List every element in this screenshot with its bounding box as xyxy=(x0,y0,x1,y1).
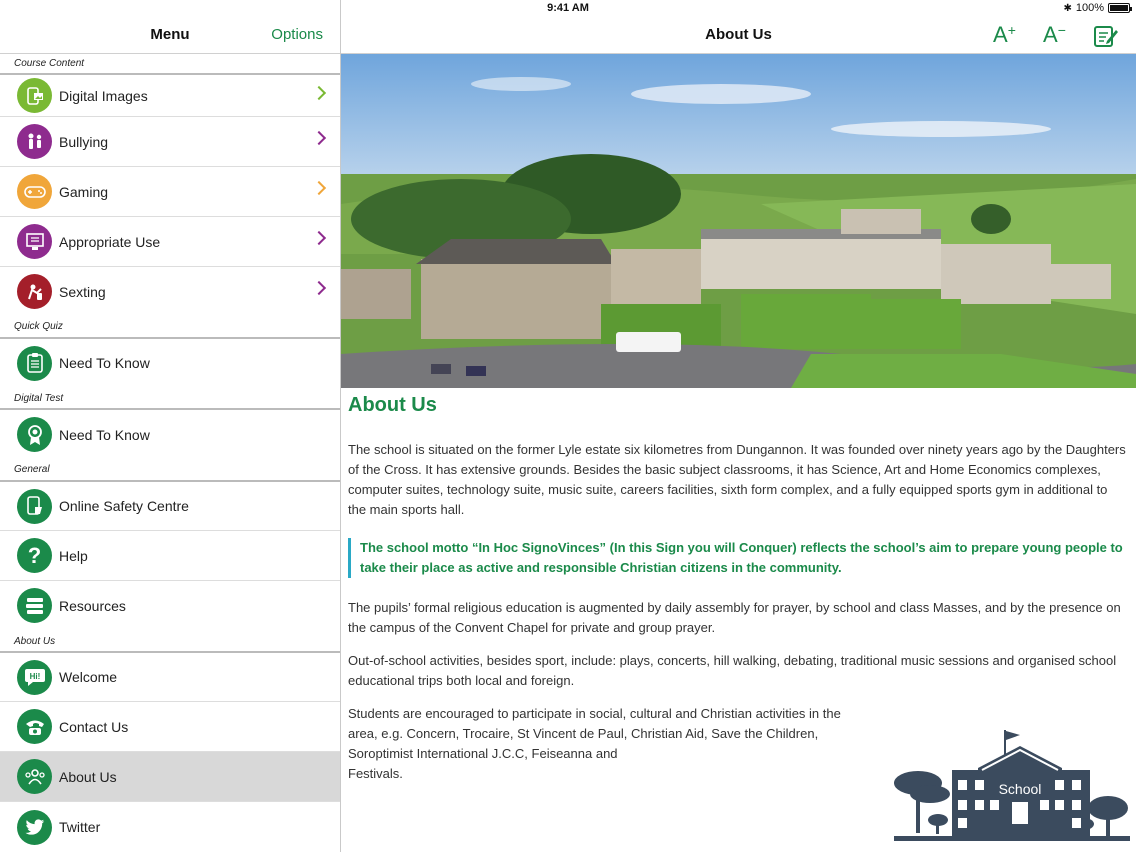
books-icon xyxy=(17,588,52,623)
award-icon xyxy=(17,417,52,452)
sidebar-item-appropriate-use[interactable]: Appropriate Use xyxy=(0,216,340,266)
paragraph-community-end: Festivals. xyxy=(348,766,403,781)
content-heading: About Us xyxy=(348,394,437,416)
sidebar: Menu Options Course Content Digital Imag… xyxy=(0,0,341,852)
digital-images-icon xyxy=(17,78,52,113)
section-label-course-content: Course Content xyxy=(14,58,85,69)
sidebar-item-online-safety-centre[interactable]: Online Safety Centre xyxy=(0,480,340,530)
appropriate-use-icon xyxy=(17,224,52,259)
minus-icon: − xyxy=(1057,22,1066,38)
sidebar-item-label: Resources xyxy=(59,597,126,614)
sexting-icon xyxy=(17,274,52,309)
gaming-icon xyxy=(17,174,52,209)
font-decrease-button[interactable]: A− xyxy=(1043,22,1066,48)
sidebar-item-gaming[interactable]: Gaming xyxy=(0,166,340,216)
chevron-right-icon xyxy=(311,280,327,296)
sidebar-item-label: Need To Know xyxy=(59,426,150,443)
tablet-icon xyxy=(17,488,52,524)
plus-icon: + xyxy=(1007,22,1016,38)
hi-bubble-icon: Hi! xyxy=(17,659,52,695)
sidebar-item-label: Online Safety Centre xyxy=(59,498,189,514)
bullying-icon xyxy=(17,124,52,159)
section-label-digital-test: Digital Test xyxy=(14,393,64,404)
battery-icon xyxy=(1108,3,1132,13)
paragraph-history: The school is situated on the former Lyl… xyxy=(348,442,1126,517)
sidebar-item-label: Sexting xyxy=(59,283,106,300)
notes-button[interactable] xyxy=(1093,24,1119,54)
phone-icon xyxy=(17,709,52,744)
section-label-general: General xyxy=(14,464,50,475)
sidebar-item-label: Welcome xyxy=(59,669,118,685)
page-title: About Us xyxy=(705,26,772,43)
section-label-quick-quiz: Quick Quiz xyxy=(14,321,63,332)
paragraph-community: Students are encouraged to participate i… xyxy=(348,704,858,784)
chevron-right-icon xyxy=(311,85,327,101)
school-motto-quote: The school motto “In Hoc SignoVinces” (I… xyxy=(348,538,1128,578)
school-sign-text: School xyxy=(999,781,1042,797)
sidebar-item-label: Need To Know xyxy=(59,355,150,371)
chevron-right-icon xyxy=(311,180,327,196)
sidebar-item-bullying[interactable]: Bullying xyxy=(0,116,340,166)
sidebar-item-quick-quiz-need-to-know[interactable]: Need To Know xyxy=(0,337,340,387)
sidebar-item-label: Help xyxy=(59,547,88,564)
font-increase-label: A xyxy=(993,22,1008,47)
paragraph-community-text: Students are encouraged to participate i… xyxy=(348,706,841,761)
sidebar-item-digital-test-need-to-know[interactable]: Need To Know xyxy=(0,408,340,459)
school-photo xyxy=(341,54,1136,388)
section-label-about-us: About Us xyxy=(14,636,56,647)
sidebar-item-help[interactable]: ? Help xyxy=(0,530,340,580)
sidebar-header: Menu Options xyxy=(0,18,340,54)
svg-text:Hi!: Hi! xyxy=(29,672,40,681)
sidebar-item-contact-us[interactable]: Contact Us xyxy=(0,701,340,751)
sidebar-item-digital-images[interactable]: Digital Images xyxy=(0,73,340,116)
options-button[interactable]: Options xyxy=(271,26,323,43)
sidebar-item-label: Contact Us xyxy=(59,718,129,735)
sidebar-item-about-us[interactable]: About Us xyxy=(0,751,340,801)
sidebar-item-label: Twitter xyxy=(59,819,101,835)
battery-percent: 100% xyxy=(1075,2,1104,14)
bluetooth-icon: ✱ xyxy=(1063,2,1072,14)
chevron-right-icon xyxy=(311,130,327,146)
sidebar-item-welcome[interactable]: Hi! Welcome xyxy=(0,651,340,701)
clipboard-icon xyxy=(17,345,52,381)
paragraph-religious-education: The pupils’ formal religious education i… xyxy=(348,600,1121,635)
content-header: About Us A+ A− xyxy=(341,18,1136,54)
sidebar-item-label: About Us xyxy=(59,768,117,785)
twitter-icon xyxy=(17,809,52,845)
question-icon: ? xyxy=(17,538,52,573)
sidebar-item-label: Gaming xyxy=(59,183,109,200)
sidebar-item-twitter[interactable]: Twitter xyxy=(0,801,340,852)
sidebar-item-label: Digital Images xyxy=(59,87,148,104)
school-building-illustration: School xyxy=(894,728,1130,844)
sidebar-item-resources[interactable]: Resources xyxy=(0,580,340,630)
people-icon xyxy=(17,759,52,794)
sidebar-item-label: Appropriate Use xyxy=(59,233,161,250)
chevron-right-icon xyxy=(311,230,327,246)
sidebar-item-label: Bullying xyxy=(59,133,109,150)
font-decrease-label: A xyxy=(1043,22,1058,47)
paragraph-activities: Out-of-school activities, besides sport,… xyxy=(348,653,1117,688)
font-increase-button[interactable]: A+ xyxy=(993,22,1016,48)
sidebar-item-sexting[interactable]: Sexting xyxy=(0,266,340,316)
edit-note-icon xyxy=(1094,26,1118,47)
